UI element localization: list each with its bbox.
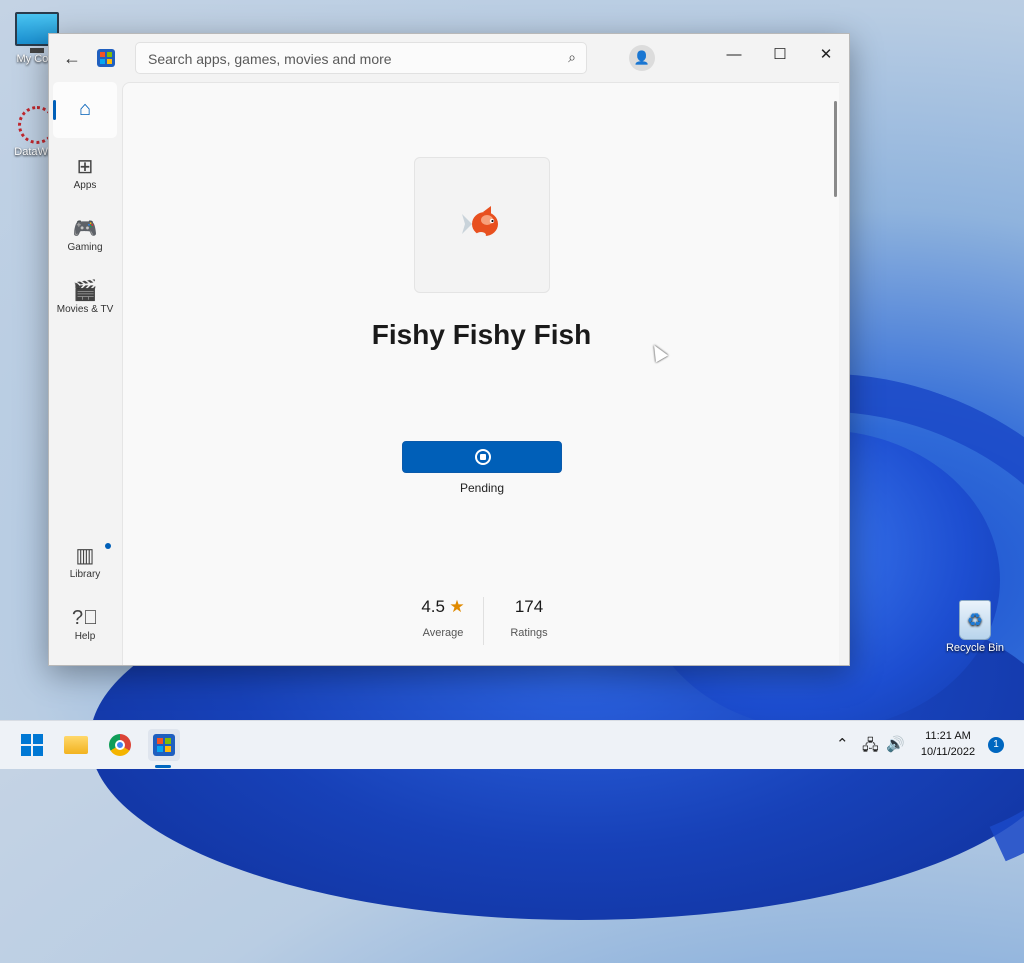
stop-download-icon: [475, 449, 491, 465]
title-bar: ← ⌕ 👤 — ☐ ✕: [49, 34, 849, 82]
arrow-left-icon: ←: [63, 48, 81, 68]
desktop-icon-label: Recycle Bin: [945, 642, 1005, 654]
close-button[interactable]: ✕: [806, 40, 846, 70]
start-button[interactable]: [16, 729, 48, 761]
search-box: ⌕: [135, 42, 587, 74]
search-input[interactable]: [146, 47, 550, 71]
update-dot: [105, 543, 111, 549]
desktop-icon-recycle-bin[interactable]: ♻ Recycle Bin: [938, 600, 1012, 654]
nav-item-label: Apps: [73, 180, 97, 191]
account-avatar[interactable]: 👤: [629, 45, 655, 71]
back-button[interactable]: ←: [61, 47, 83, 69]
volume-icon[interactable]: 🔊: [886, 735, 905, 753]
nav-item-label: Gaming: [67, 242, 103, 253]
taskbar-store[interactable]: [148, 729, 180, 761]
store-icon: [153, 734, 175, 756]
taskbar-chrome[interactable]: [104, 729, 136, 761]
divider: [483, 597, 484, 645]
nav-item-library[interactable]: ▥ Library: [53, 537, 117, 593]
nav-item-home[interactable]: ⌂: [53, 82, 117, 138]
taskbar-file-explorer[interactable]: [60, 729, 92, 761]
nav-item-label: Help: [74, 631, 96, 642]
rating-value: 4.5: [421, 597, 445, 616]
clapperboard-icon: 🎬: [72, 280, 98, 302]
rating-label: Average: [422, 627, 464, 639]
ratings-label: Ratings: [510, 627, 548, 639]
home-icon: ⌂: [78, 98, 92, 120]
goldfish-icon: [462, 206, 498, 238]
app-title: Fishy Fishy Fish: [371, 319, 592, 350]
clock[interactable]: 11:21 AM 10/11/2022: [910, 728, 986, 760]
network-icon[interactable]: 🖧: [862, 735, 879, 760]
taskbar: ⌃ 🖧 🔊 11:21 AM 10/11/2022 1: [0, 720, 1024, 769]
ratings-count: 174: [514, 597, 544, 616]
minimize-button[interactable]: —: [714, 40, 754, 70]
app-icon-tile: [414, 157, 550, 293]
notification-badge[interactable]: 1: [988, 737, 1004, 753]
apps-icon: ⊞: [76, 156, 94, 178]
recycle-bin-icon: ♻: [959, 600, 991, 640]
clock-time: 11:21 AM: [925, 730, 971, 742]
chrome-icon: [109, 734, 131, 756]
folder-icon: [64, 736, 88, 754]
nav-rail: ⌂ ⊞ Apps 🎮 Gaming 🎬 Movies & TV ▥ Librar…: [49, 82, 122, 665]
chevron-up-icon[interactable]: ⌃: [836, 735, 849, 753]
install-status: Pending: [459, 481, 505, 495]
nav-item-label: Library: [69, 569, 101, 580]
clock-date: 10/11/2022: [920, 746, 976, 758]
scrollbar[interactable]: [834, 101, 837, 197]
nav-item-movies-tv[interactable]: 🎬 Movies & TV: [53, 272, 117, 328]
rating-summary: 4.5 ★ Average: [403, 597, 483, 639]
search-icon[interactable]: ⌕: [568, 49, 576, 66]
store-logo-icon: [97, 49, 115, 67]
app-detail-page: Fishy Fishy Fish Pending 4.5 ★ Average 1…: [122, 82, 839, 665]
nav-item-help[interactable]: ?⃝ Help: [53, 599, 117, 655]
star-icon: ★: [449, 597, 465, 616]
store-window: ← ⌕ 👤 — ☐ ✕ ⌂ ⊞ Apps 🎮 Gaming 🎬 Movies &…: [48, 33, 850, 666]
gamepad-icon: 🎮: [72, 218, 98, 240]
windows-logo-icon: [21, 734, 43, 756]
maximize-button[interactable]: ☐: [760, 40, 800, 70]
person-icon: 👤: [633, 50, 651, 65]
install-progress-button[interactable]: [402, 441, 562, 473]
nav-item-apps[interactable]: ⊞ Apps: [53, 148, 117, 204]
nav-item-gaming[interactable]: 🎮 Gaming: [53, 210, 117, 266]
help-icon: ?⃝: [71, 607, 99, 629]
nav-item-label: Movies & TV: [56, 304, 114, 315]
ratings-count-summary: 174 Ratings: [489, 597, 569, 639]
